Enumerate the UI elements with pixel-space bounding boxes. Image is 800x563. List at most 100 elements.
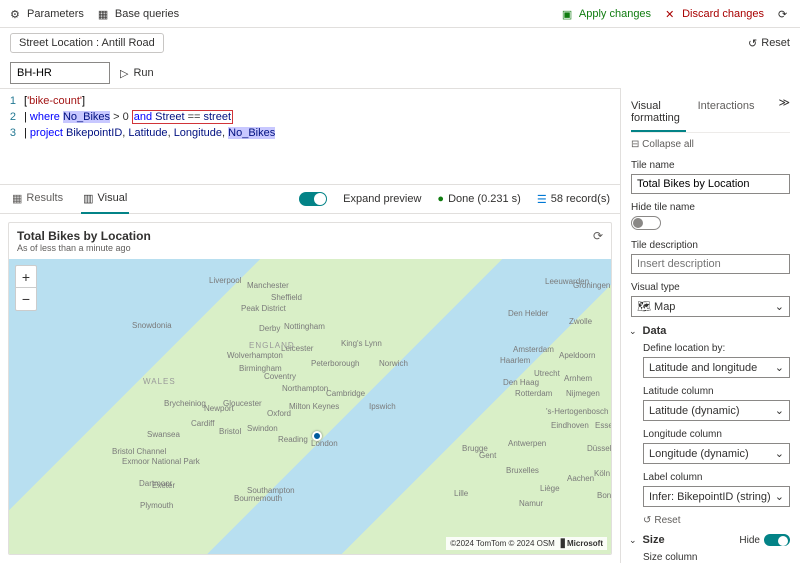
map-place-label: Liège — [540, 484, 560, 493]
query-name-input[interactable] — [10, 62, 110, 84]
map-place-label: Swansea — [147, 430, 180, 439]
save-icon: ▣ — [562, 8, 574, 20]
hide-size-toggle[interactable] — [764, 534, 790, 546]
line-number: 2 — [0, 109, 24, 125]
size-column-label: Size column — [631, 552, 790, 563]
discard-changes-button[interactable]: ✕Discard changes — [665, 8, 764, 20]
map-place-label: 's-Hertogenbosch — [546, 407, 608, 416]
sliders-icon: ⚙ — [10, 8, 22, 20]
map-place-label: Cardiff — [191, 419, 214, 428]
map-place-label: Bournemouth — [234, 494, 282, 503]
map-place-label: Leeuwarden — [545, 277, 589, 286]
map-place-label: Essen — [595, 421, 612, 430]
refresh-tile-button[interactable]: ⟳ — [593, 229, 603, 243]
map-place-label: Liverpool — [209, 276, 241, 285]
map-place-label: Sheffield — [271, 293, 302, 302]
section-data[interactable]: ⌄Data — [629, 325, 790, 337]
chevron-down-icon: ⌄ — [775, 490, 784, 503]
define-location-label: Define location by: — [631, 343, 790, 354]
refresh-button[interactable]: ⟳ — [778, 8, 790, 20]
reset-data-button[interactable]: ↺Reset — [643, 515, 790, 526]
parameter-chip[interactable]: Street Location : Antill Road — [10, 33, 164, 53]
map-place-label: Bristol — [219, 427, 241, 436]
map-tile: Total Bikes by Location As of less than … — [8, 222, 612, 555]
chevron-right-icon[interactable]: ≫ — [778, 96, 790, 132]
chevron-down-icon: ⌄ — [775, 447, 784, 460]
map-place-label: Gloucester — [223, 399, 262, 408]
table-icon: ▦ — [12, 192, 22, 205]
longitude-column-label: Longitude column — [631, 429, 790, 440]
table-icon: ▦ — [98, 8, 110, 20]
refresh-icon: ⟳ — [778, 8, 790, 20]
chevron-down-icon: ⌄ — [775, 361, 784, 374]
rows-icon: ☰ — [537, 193, 547, 206]
map-place-label: Den Helder — [508, 309, 548, 318]
line-number: 3 — [0, 125, 24, 141]
map-place-label: Dartmoor — [139, 479, 172, 488]
tile-name-input[interactable] — [631, 174, 790, 194]
chevron-down-icon: ⌄ — [629, 326, 637, 337]
map-place-label: Aachen — [567, 474, 594, 483]
map-place-label: Bonn — [597, 491, 612, 500]
line-number: 1 — [0, 93, 24, 109]
latitude-column-select[interactable]: Latitude (dynamic)⌄ — [643, 400, 790, 421]
map-place-label: Zwolle — [569, 317, 592, 326]
define-location-select[interactable]: Latitude and longitude⌄ — [643, 357, 790, 378]
reset-parameters-button[interactable]: ↺Reset — [748, 37, 790, 50]
section-size[interactable]: ⌄SizeHide — [629, 534, 790, 546]
parameters-button[interactable]: ⚙Parameters — [10, 8, 84, 20]
zoom-in-button[interactable]: + — [16, 266, 36, 288]
code-line: | where No_Bikes > 0 and Street == stree… — [24, 109, 233, 125]
tab-visual[interactable]: ▥Visual — [81, 185, 129, 214]
map-place-label: Arnhem — [564, 374, 592, 383]
latitude-column-label: Latitude column — [631, 386, 790, 397]
zoom-out-button[interactable]: − — [16, 288, 36, 310]
run-button[interactable]: ▷Run — [120, 67, 154, 80]
tile-title: Total Bikes by Location — [17, 229, 151, 243]
tile-subtitle: As of less than a minute ago — [17, 243, 151, 253]
visual-type-select[interactable]: 🗺 Map⌄ — [631, 296, 790, 317]
code-editor[interactable]: 1['bike-count'] 2| where No_Bikes > 0 an… — [0, 88, 620, 184]
chart-icon: ▥ — [83, 192, 93, 205]
collapse-all-button[interactable]: ⊟ Collapse all — [631, 139, 790, 150]
longitude-column-select[interactable]: Longitude (dynamic)⌄ — [643, 443, 790, 464]
hide-tile-name-label: Hide tile name — [631, 202, 790, 213]
map-place-label: Snowdonia — [132, 321, 172, 330]
map-place-label: London — [311, 439, 338, 448]
map-place-label: Brycheiniog — [164, 399, 206, 408]
tile-description-label: Tile description — [631, 240, 790, 251]
chevron-down-icon: ⌄ — [775, 300, 784, 313]
code-line: ['bike-count'] — [24, 93, 85, 109]
base-queries-button[interactable]: ▦Base queries — [98, 8, 179, 20]
map-place-label: Reading — [278, 435, 308, 444]
map-place-label: Peterborough — [311, 359, 359, 368]
map-place-label: Norwich — [379, 359, 408, 368]
tab-interactions[interactable]: Interactions — [698, 96, 755, 132]
apply-changes-button[interactable]: ▣Apply changes — [562, 8, 651, 20]
map-place-label: Milton Keynes — [289, 402, 339, 411]
expand-preview-toggle[interactable] — [299, 192, 327, 206]
expand-preview-label: Expand preview — [343, 193, 421, 205]
map-place-label: Bruxelles — [506, 466, 539, 475]
map-place-label: Eindhoven — [551, 421, 589, 430]
map-place-label: Den Haag — [503, 378, 539, 387]
map-place-label: Swindon — [247, 424, 278, 433]
tab-visual-formatting[interactable]: Visual formatting — [631, 96, 686, 132]
tab-results[interactable]: ▦Results — [10, 185, 65, 214]
map-place-label: Derby — [259, 324, 280, 333]
label-column-select[interactable]: Infer: BikepointID (string)⌄ — [643, 486, 790, 507]
map-place-label: Amsterdam — [513, 345, 554, 354]
map-place-label: Bristol Channel — [112, 447, 166, 456]
hide-tile-name-toggle[interactable] — [631, 216, 661, 230]
tile-description-input[interactable] — [631, 254, 790, 274]
map-canvas[interactable]: + − ©2024 TomTom © 2024 OSM▋Microsoft Li… — [9, 259, 611, 554]
map-place-label: Cambridge — [326, 389, 365, 398]
map-place-label: Peak District — [241, 304, 286, 313]
tile-name-label: Tile name — [631, 160, 790, 171]
map-place-label: Nottingham — [284, 322, 325, 331]
code-line: | project BikepointID, Latitude, Longitu… — [24, 125, 275, 141]
map-place-label: Northampton — [282, 384, 328, 393]
map-attribution: ©2024 TomTom © 2024 OSM▋Microsoft — [446, 537, 607, 550]
map-place-label: Utrecht — [534, 369, 560, 378]
check-icon: ● — [437, 193, 444, 205]
